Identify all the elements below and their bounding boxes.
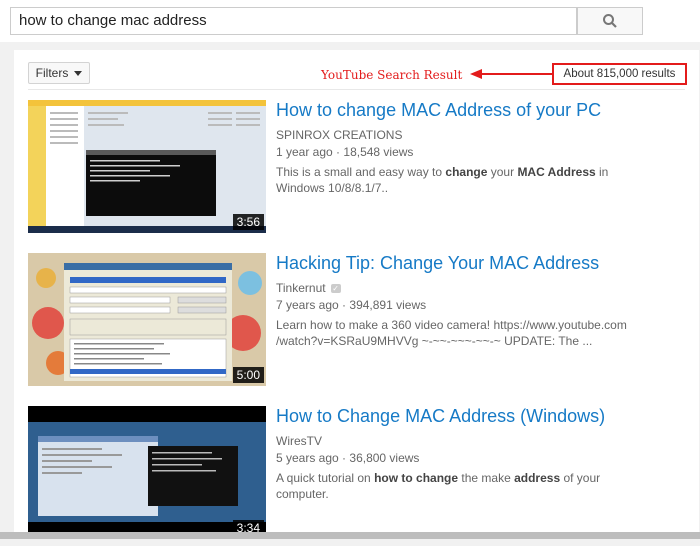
channel-name: WiresTV [276, 434, 322, 448]
result-item: 3:34 How to Change MAC Address (Windows)… [28, 406, 688, 546]
video-duration: 5:00 [232, 367, 264, 383]
desc-highlight: MAC Address [517, 165, 596, 179]
results-panel: Filters YouTube Search Result About 815,… [14, 50, 699, 539]
desc-highlight: how to change [374, 471, 459, 485]
search-button[interactable] [577, 7, 643, 35]
channel-link[interactable]: SPINROX CREATIONS [276, 128, 402, 142]
result-item: 5:00 Hacking Tip: Change Your MAC Addres… [28, 253, 688, 393]
video-description: This is a small and easy way to change y… [276, 164, 646, 196]
desc-text: Learn how to make a 360 video camera! ht… [276, 318, 627, 348]
video-thumbnail[interactable]: 3:56 [28, 100, 266, 233]
filters-button[interactable]: Filters [28, 62, 90, 84]
channel-link[interactable]: Tinkernut ✓ [276, 281, 341, 295]
chevron-down-icon [74, 70, 83, 76]
channel-name: SPINROX CREATIONS [276, 128, 403, 142]
verified-badge-icon: ✓ [330, 283, 341, 293]
masthead: how to change mac address [0, 0, 700, 42]
video-age: 7 years ago [276, 298, 339, 312]
desc-highlight: change [445, 165, 488, 179]
video-views: 394,891 views [349, 298, 427, 312]
horizontal-scrollbar[interactable] [0, 532, 700, 539]
video-views: 18,548 views [343, 145, 414, 159]
video-title-link[interactable]: Hacking Tip: Change Your MAC Address [276, 253, 599, 274]
filters-label: Filters [35, 66, 69, 80]
desc-text: your [487, 165, 518, 179]
video-thumbnail[interactable]: 5:00 [28, 253, 266, 386]
search-input[interactable]: how to change mac address [10, 7, 577, 35]
video-title-link[interactable]: How to Change MAC Address (Windows) [276, 406, 605, 427]
search-icon [603, 14, 617, 28]
video-duration: 3:56 [232, 214, 264, 230]
video-description: Learn how to make a 360 video camera! ht… [276, 317, 646, 349]
video-description: A quick tutorial on how to change the ma… [276, 470, 646, 502]
annotation-label: YouTube Search Result [321, 68, 463, 82]
video-meta: 1 year ago · 18,548 views [276, 145, 414, 159]
channel-name: Tinkernut [276, 281, 326, 295]
channel-link[interactable]: WiresTV [276, 434, 322, 448]
desc-text: This is a small and easy way to [276, 165, 446, 179]
video-age: 5 years ago [276, 451, 339, 465]
video-thumbnail[interactable]: 3:34 [28, 406, 266, 539]
video-meta: 7 years ago · 394,891 views [276, 298, 427, 312]
divider [28, 89, 685, 90]
desc-highlight: address [514, 471, 561, 485]
desc-text: A quick tutorial on [276, 471, 375, 485]
video-age: 1 year ago [276, 145, 333, 159]
video-title-link[interactable]: How to change MAC Address of your PC [276, 100, 601, 121]
video-meta: 5 years ago · 36,800 views [276, 451, 420, 465]
desc-text: the make [458, 471, 515, 485]
results-count: About 815,000 results [552, 63, 687, 85]
result-item: 3:56 How to change MAC Address of your P… [28, 100, 688, 240]
annotation-arrow-icon [470, 69, 554, 79]
video-views: 36,800 views [349, 451, 420, 465]
